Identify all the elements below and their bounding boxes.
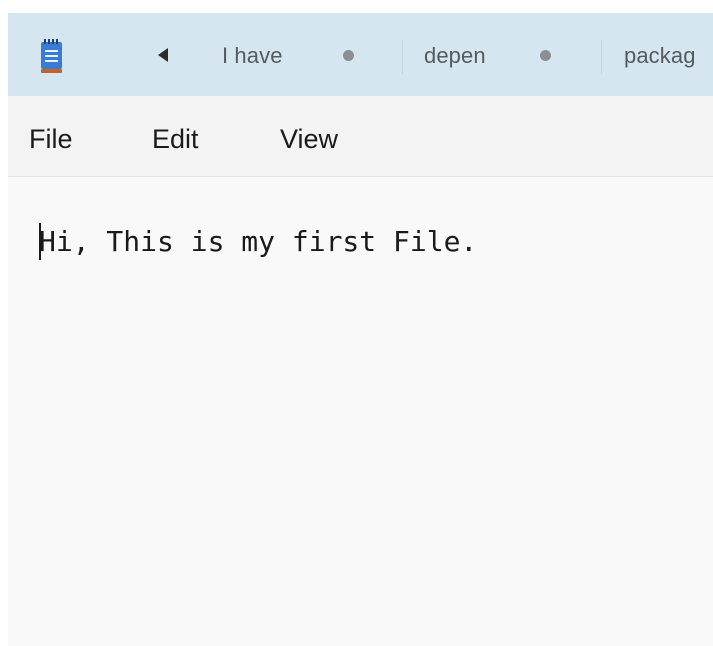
notepad-icon bbox=[40, 38, 63, 75]
title-bar: I have depen packag bbox=[8, 13, 713, 96]
tab-separator bbox=[402, 40, 403, 74]
menu-view[interactable]: View bbox=[280, 124, 338, 155]
text-caret bbox=[39, 223, 41, 260]
tab-2[interactable]: depen bbox=[413, 34, 603, 77]
triangle-left-icon[interactable] bbox=[156, 47, 170, 63]
unsaved-dot-icon bbox=[343, 50, 354, 61]
tab-1[interactable]: I have bbox=[213, 34, 403, 77]
unsaved-dot-icon bbox=[540, 50, 551, 61]
menu-edit[interactable]: Edit bbox=[152, 124, 199, 155]
text-editor[interactable]: Hi, This is my first File. bbox=[8, 177, 713, 646]
tab-2-label: depen bbox=[424, 43, 486, 68]
tab-3-label: packag bbox=[624, 43, 696, 68]
tab-1-label: I have bbox=[222, 43, 283, 68]
menu-file[interactable]: File bbox=[29, 124, 73, 155]
editor-content: Hi, This is my first File. bbox=[39, 225, 478, 258]
notepad-window: I have depen packag File Edit View Hi, T… bbox=[8, 13, 713, 646]
tab-3[interactable]: packag bbox=[622, 34, 713, 77]
tab-separator bbox=[601, 40, 602, 74]
menu-bar: File Edit View bbox=[8, 96, 713, 176]
